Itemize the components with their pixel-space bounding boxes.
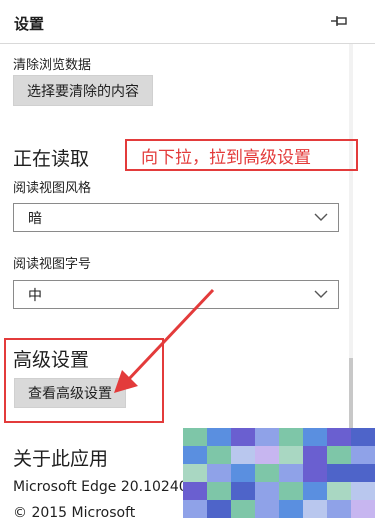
reading-font-select[interactable]: 中 xyxy=(13,280,339,309)
reading-section-title: 正在读取 xyxy=(13,148,90,170)
mosaic-cell xyxy=(351,464,375,482)
mosaic-cell xyxy=(279,500,303,518)
mosaic-cell xyxy=(351,500,375,518)
mosaic-cell xyxy=(183,464,207,482)
app-version-text: Microsoft Edge 20.10240.1 xyxy=(13,479,202,495)
mosaic-cell xyxy=(351,428,375,446)
scrollbar-thumb[interactable] xyxy=(349,358,353,438)
pin-icon[interactable] xyxy=(330,14,348,28)
mosaic-cell xyxy=(303,428,327,446)
mosaic-cell xyxy=(279,446,303,464)
mosaic-cell xyxy=(255,428,279,446)
mosaic-cell xyxy=(207,446,231,464)
mosaic-cell xyxy=(231,446,255,464)
mosaic-cell xyxy=(231,464,255,482)
reading-style-select[interactable]: 暗 xyxy=(13,203,339,232)
mosaic-cell xyxy=(255,464,279,482)
mosaic-cell xyxy=(303,446,327,464)
mosaic-cell xyxy=(183,482,207,500)
mosaic-cell xyxy=(327,446,351,464)
mosaic-cell xyxy=(231,482,255,500)
mosaic-cell xyxy=(279,464,303,482)
mosaic-cell xyxy=(207,464,231,482)
mosaic-cell xyxy=(351,446,375,464)
reading-font-label: 阅读视图字号 xyxy=(13,257,92,272)
mosaic-cell xyxy=(303,464,327,482)
mosaic-cell xyxy=(207,482,231,500)
mosaic-cell xyxy=(255,446,279,464)
annotation-callout: 向下拉，拉到高级设置 xyxy=(125,139,358,171)
mosaic-cell xyxy=(303,500,327,518)
header-divider xyxy=(0,43,375,44)
highlight-box xyxy=(4,338,164,423)
mosaic-cell xyxy=(183,500,207,518)
settings-panel: 设置 清除浏览数据 选择要清除的内容 正在读取 阅读视图风格 暗 阅读视图字号 … xyxy=(0,0,375,518)
mosaic-cell xyxy=(183,428,207,446)
mosaic-cell xyxy=(255,500,279,518)
mosaic-cell xyxy=(327,428,351,446)
about-section-title: 关于此应用 xyxy=(13,448,109,470)
mosaic-cell xyxy=(207,500,231,518)
reading-style-label: 阅读视图风格 xyxy=(13,181,92,196)
mosaic-cell xyxy=(255,482,279,500)
copyright-text: © 2015 Microsoft xyxy=(13,505,136,518)
mosaic-cell xyxy=(207,428,231,446)
mosaic-cell xyxy=(303,482,327,500)
clear-data-label: 清除浏览数据 xyxy=(13,58,92,73)
watermark-mosaic xyxy=(183,428,375,518)
mosaic-cell xyxy=(183,446,207,464)
chevron-down-icon xyxy=(314,213,328,221)
mosaic-cell xyxy=(327,500,351,518)
mosaic-cell xyxy=(279,428,303,446)
mosaic-cell xyxy=(231,428,255,446)
mosaic-cell xyxy=(351,482,375,500)
reading-font-value: 中 xyxy=(28,287,42,304)
panel-title: 设置 xyxy=(14,15,45,33)
mosaic-cell xyxy=(231,500,255,518)
mosaic-cell xyxy=(327,464,351,482)
mosaic-cell xyxy=(279,482,303,500)
reading-style-value: 暗 xyxy=(28,210,42,227)
choose-clear-button[interactable]: 选择要清除的内容 xyxy=(13,75,153,106)
chevron-down-icon xyxy=(314,290,328,298)
mosaic-cell xyxy=(327,482,351,500)
